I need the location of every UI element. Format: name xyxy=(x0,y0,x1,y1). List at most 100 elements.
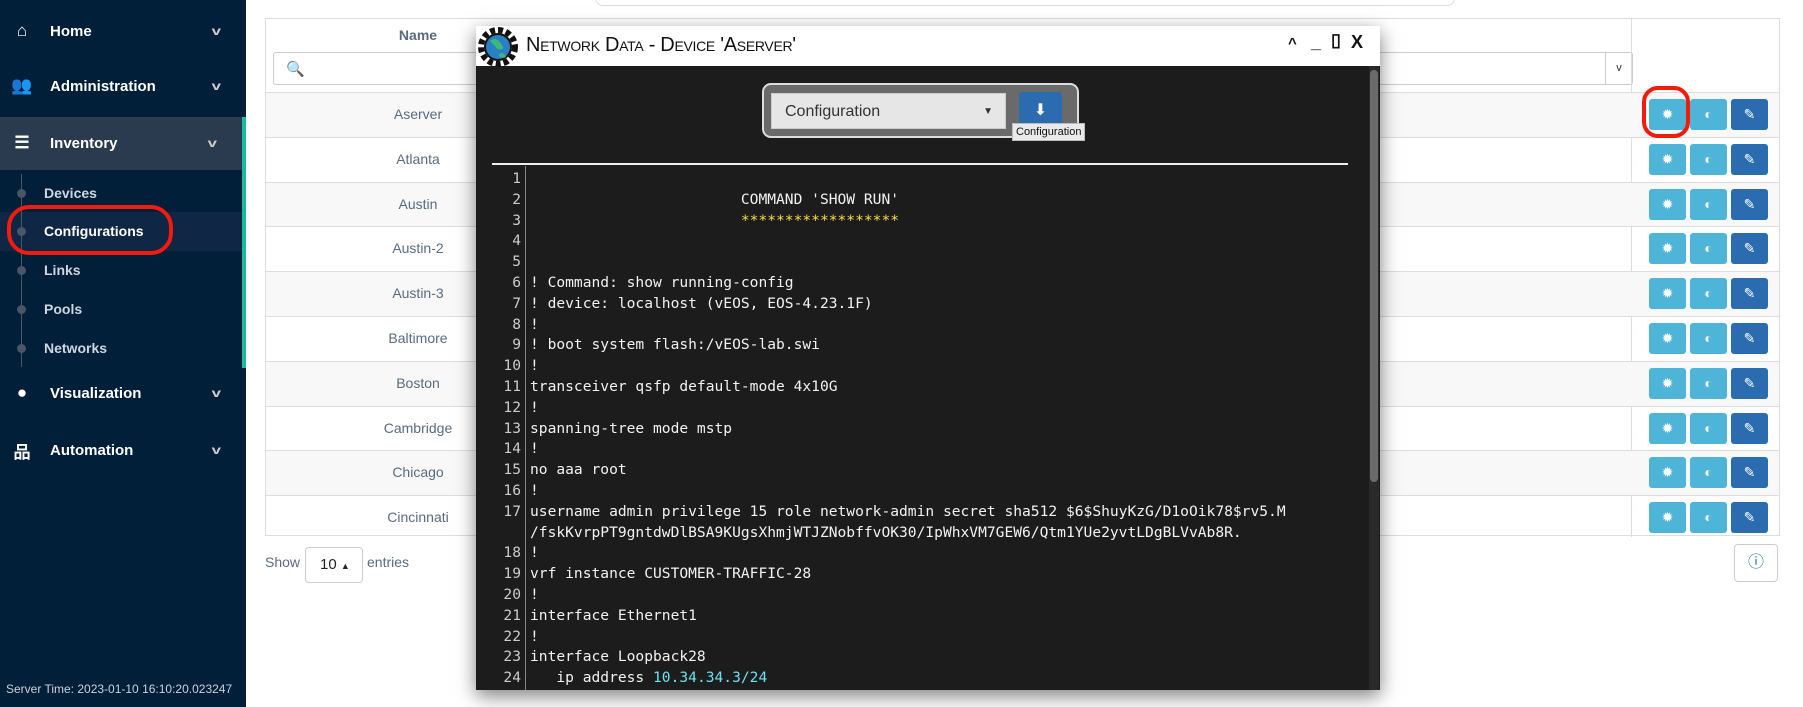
edit-button[interactable]: ✎ xyxy=(1731,278,1768,310)
sidebar-item-inventory[interactable]: ☰ Inventory v xyxy=(0,123,242,163)
compare-button[interactable]: ◐ xyxy=(1690,143,1727,175)
code-line: 20! xyxy=(476,585,1366,606)
code-line: 10! xyxy=(476,356,1366,377)
line-text: ! xyxy=(530,315,539,336)
line-text: vrf instance CUSTOMER-TRAFFIC-28 xyxy=(530,564,811,585)
line-number: 5 xyxy=(512,253,521,271)
modal-title-bar[interactable]: Network Data - Device 'Aserver' ^ _ ▯ X xyxy=(476,26,1380,67)
sidebar-item-networks[interactable]: Networks xyxy=(44,340,107,356)
edit-button[interactable]: ✎ xyxy=(1731,99,1768,130)
compare-button[interactable]: ◐ xyxy=(1690,412,1727,444)
sidebar-item-administration[interactable]: 👥 Administration v xyxy=(0,66,242,106)
sitemap-icon: 品 xyxy=(13,442,31,462)
chevron-down-icon: v xyxy=(211,443,222,457)
edit-button[interactable]: ✎ xyxy=(1731,367,1768,399)
line-text: ! device: localhost (vEOS, EOS-4.23.1F) xyxy=(530,294,873,315)
compare-button[interactable]: ◐ xyxy=(1690,278,1727,310)
data-type-select[interactable]: Configuration ▼ xyxy=(771,93,1006,129)
code-line: 9 ! boot system flash:/vEOS-lab.swi xyxy=(476,335,1366,356)
edit-button[interactable]: ✎ xyxy=(1731,323,1768,354)
line-number: 10 xyxy=(503,357,521,375)
text: spanning-tree mode mstp xyxy=(530,419,733,437)
bullet xyxy=(17,305,26,314)
text: ! xyxy=(530,398,539,416)
compare-button[interactable]: ◐ xyxy=(1690,502,1727,534)
compare-button[interactable]: ◐ xyxy=(1690,188,1727,220)
code-line: 16! xyxy=(476,481,1366,502)
chevron-down-icon: v xyxy=(211,79,222,93)
run-service-button[interactable]: ✹ xyxy=(1649,457,1686,489)
server-time: Server Time: 2023-01-10 16:10:20.023247 xyxy=(6,682,233,696)
run-service-button[interactable]: ✹ xyxy=(1649,367,1686,399)
sidebar-item-devices[interactable]: Devices xyxy=(44,185,97,201)
edit-icon: ✎ xyxy=(1743,195,1756,212)
gear-icon: ✹ xyxy=(1661,285,1674,302)
edit-button[interactable]: ✎ xyxy=(1731,457,1768,489)
close-icon[interactable]: X xyxy=(1351,32,1363,53)
chevron-down-icon[interactable]: v xyxy=(1605,53,1632,84)
page-length-select[interactable]: 10 ▲ xyxy=(305,547,363,583)
sidebar-item-automation[interactable]: 品 Automation v xyxy=(0,430,242,470)
run-service-button[interactable]: ✹ xyxy=(1649,412,1686,444)
sidebar-item-home[interactable]: ⌂ Home v xyxy=(0,11,242,51)
map-marker-icon: ● xyxy=(16,383,28,402)
edit-button[interactable]: ✎ xyxy=(1731,188,1768,220)
code-line: 19 vrf instance CUSTOMER-TRAFFIC-28 xyxy=(476,564,1366,585)
run-service-button[interactable]: ✹ xyxy=(1649,188,1686,220)
half-circle-icon: ◐ xyxy=(1704,509,1713,526)
code-viewer[interactable]: 12 COMMAND 'SHOW RUN' 3 *****************… xyxy=(476,169,1366,689)
compare-button[interactable]: ◐ xyxy=(1690,323,1727,354)
run-service-button[interactable]: ✹ xyxy=(1649,502,1686,534)
text: ! xyxy=(530,585,539,603)
text: transceiver qsfp default-mode 4x10G xyxy=(530,377,838,395)
text: COMMAND 'SHOW RUN' xyxy=(530,190,900,208)
line-number: 19 xyxy=(503,565,521,583)
sidebar-item-pools[interactable]: Pools xyxy=(44,301,82,317)
line-text: ip address 10.34.34.3/24 xyxy=(530,668,767,689)
edit-button[interactable]: ✎ xyxy=(1731,412,1768,444)
ip-highlight: 10.34.34.3/24 xyxy=(653,669,768,687)
code-line: 24 ip address 10.34.34.3/24 xyxy=(476,668,1366,689)
line-text: ! xyxy=(530,398,539,419)
line-text: interface Loopback28 xyxy=(530,647,706,668)
text: /fskKvrpPT9gntdwDlBSA9KUgsXhmjWTJZNobffv… xyxy=(530,523,1242,541)
compare-button[interactable]: ◐ xyxy=(1690,367,1727,399)
sidebar-item-links[interactable]: Links xyxy=(44,262,81,278)
top-search-bar[interactable] xyxy=(595,0,1455,6)
compare-button[interactable]: ◐ xyxy=(1690,233,1727,265)
run-service-button[interactable]: ✹ xyxy=(1649,278,1686,310)
edit-button[interactable]: ✎ xyxy=(1731,233,1768,265)
half-circle-icon: ◐ xyxy=(1704,195,1713,212)
collapse-icon[interactable]: ^ xyxy=(1288,35,1297,52)
run-service-button[interactable]: ✹ xyxy=(1649,323,1686,354)
gear-icon: ✹ xyxy=(1661,195,1674,212)
code-line: 17 username admin privilege 15 role netwo… xyxy=(476,502,1366,523)
edit-button[interactable]: ✎ xyxy=(1731,143,1768,175)
edit-button[interactable]: ✎ xyxy=(1731,502,1768,534)
code-line: 12! xyxy=(476,398,1366,419)
minimize-icon[interactable]: _ xyxy=(1311,32,1321,53)
scrollbar[interactable] xyxy=(1369,66,1379,690)
edit-icon: ✎ xyxy=(1743,150,1756,167)
line-number: 22 xyxy=(503,627,521,645)
line-number: 23 xyxy=(503,648,521,666)
run-service-button[interactable]: ✹ xyxy=(1649,233,1686,265)
show-label: Show xyxy=(265,554,301,570)
sidebar-item-visualization[interactable]: ● Visualization v xyxy=(0,373,242,413)
scrollbar-thumb[interactable] xyxy=(1370,70,1378,482)
active-indicator xyxy=(242,117,246,368)
line-text: ****************** xyxy=(530,211,899,232)
info-button[interactable]: ⓘ xyxy=(1734,544,1778,582)
compare-button[interactable]: ◐ xyxy=(1690,457,1727,489)
line-number: 2 xyxy=(512,190,521,208)
code-line: 15 no aaa root xyxy=(476,460,1366,481)
half-circle-icon: ◐ xyxy=(1704,150,1713,167)
database-icon: ☰ xyxy=(14,133,30,152)
home-icon: ⌂ xyxy=(16,21,28,40)
maximize-icon[interactable]: ▯ xyxy=(1331,30,1341,51)
highlight-ring xyxy=(7,205,173,255)
compare-button[interactable]: ◐ xyxy=(1690,99,1727,130)
line-text: ! xyxy=(530,627,539,648)
half-circle-icon: ◐ xyxy=(1704,330,1713,346)
run-service-button[interactable]: ✹ xyxy=(1649,143,1686,175)
